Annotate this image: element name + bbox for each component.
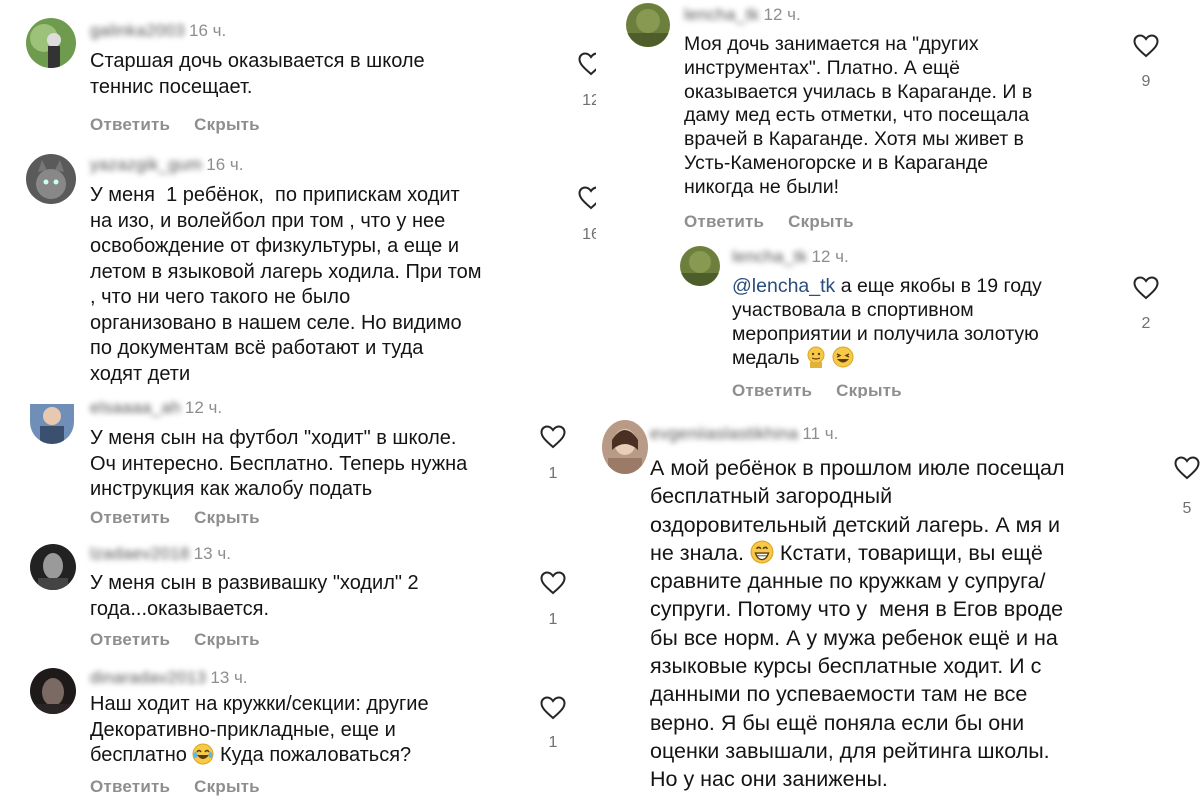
comment-5: dinaradav2013 13 ч. Наш ходит на кружки/с… xyxy=(0,664,596,804)
medal-emoji-icon xyxy=(805,346,827,369)
timestamp: 12 ч. xyxy=(763,5,801,24)
hide-button[interactable]: Скрыть xyxy=(194,777,260,796)
reply-button[interactable]: Ответить xyxy=(90,777,170,796)
hide-button[interactable]: Скрыть xyxy=(788,212,854,231)
timestamp: 11 ч. xyxy=(802,424,839,443)
like-count: 12 xyxy=(582,92,596,109)
comment-main: lencha_tk 12 ч. Моя дочь занимается на "д… xyxy=(604,0,1200,240)
grinning-emoji-icon xyxy=(750,540,774,564)
comment-actions: Ответить Скрыть xyxy=(684,212,878,232)
username[interactable]: evgeniiaslastikhina xyxy=(650,424,798,443)
like-heart-icon[interactable] xyxy=(578,52,596,76)
like-heart-icon[interactable] xyxy=(540,571,566,595)
comment-meta: yazazgik_gum 16 ч. xyxy=(90,155,243,175)
username[interactable]: lzadaev2018 xyxy=(90,544,190,563)
comment-text: У меня сын в развивашку "ходил" 2 года..… xyxy=(90,572,419,620)
username[interactable]: galinka2003 xyxy=(90,21,185,40)
mention-link[interactable]: @lencha_tk xyxy=(732,275,835,297)
comment-meta: elsaaaa_ah 12 ч. xyxy=(90,398,222,418)
tears-of-joy-emoji-icon xyxy=(192,743,214,765)
comment-text: А мой ребёнок в прошлом июле посещал бес… xyxy=(650,454,1170,794)
comment-actions: Ответить Скрыть xyxy=(732,381,926,398)
hide-button[interactable]: Скрыть xyxy=(194,508,260,527)
timestamp: 13 ч. xyxy=(193,544,231,563)
like-count: 1 xyxy=(548,465,558,482)
username[interactable]: yazazgik_gum xyxy=(90,155,202,174)
comment-actions: Ответить Скрыть xyxy=(90,630,284,650)
avatar[interactable] xyxy=(626,3,670,47)
hide-button[interactable]: Скрыть xyxy=(836,381,902,398)
reply-button[interactable]: Ответить xyxy=(90,508,170,527)
reply-button[interactable]: Ответить xyxy=(90,630,170,649)
avatar[interactable] xyxy=(30,404,74,444)
like-count: 2 xyxy=(1141,315,1151,332)
comment-meta: lencha_tk 12 ч. xyxy=(732,247,849,267)
username[interactable]: elsaaaa_ah xyxy=(90,398,181,417)
comment-4: lzadaev2018 13 ч. У меня сын в развивашку… xyxy=(0,540,596,662)
comment-text-part: участвовала в спортивном мероприятии и п… xyxy=(732,298,1039,370)
hide-button[interactable]: Скрыть xyxy=(194,115,260,134)
timestamp: 13 ч. xyxy=(210,668,248,687)
reply-button[interactable]: Ответить xyxy=(732,381,812,398)
avatar[interactable] xyxy=(680,246,720,286)
comment-meta: lzadaev2018 13 ч. xyxy=(90,544,231,564)
like-heart-icon[interactable] xyxy=(578,186,596,210)
comment-meta: dinaradav2013 13 ч. xyxy=(90,668,248,688)
hide-button[interactable]: Скрыть xyxy=(194,630,260,649)
comment-text: Моя дочь занимается на "других инструмен… xyxy=(684,33,1033,198)
comment-text: У меня 1 ребёнок, по припискам ходит на … xyxy=(90,184,482,385)
comment-text: Старшая дочь оказывается в школе теннис … xyxy=(90,50,425,98)
comment-2: yazazgik_gum 16 ч. У меня 1 ребёнок, по п… xyxy=(0,150,596,400)
like-count: 9 xyxy=(1141,73,1151,90)
comment-actions: Ответить Скрыть xyxy=(90,508,284,528)
comment-main: evgeniiaslastikhina 11 ч. А мой ребёнок в… xyxy=(596,412,1200,804)
comment-1: galinka2003 16 ч. Старшая дочь оказываетс… xyxy=(0,0,596,150)
avatar[interactable] xyxy=(602,420,648,474)
like-heart-icon[interactable] xyxy=(1133,34,1159,58)
comment-text-part: Куда пожаловаться? xyxy=(214,744,412,766)
right-bottom-panel: evgeniiaslastikhina 11 ч. А мой ребёнок в… xyxy=(596,412,1200,804)
comment-meta: lencha_tk 12 ч. xyxy=(684,5,801,25)
reply-button[interactable]: Ответить xyxy=(684,212,764,231)
comment-text-part: а еще якобы в 19 году xyxy=(835,275,1042,297)
like-count: 1 xyxy=(548,611,558,628)
comment-actions: Ответить Скрыть xyxy=(90,777,284,797)
comment-reply: lencha_tk 12 ч. @lencha_tk а еще якобы в … xyxy=(604,240,1200,398)
timestamp: 12 ч. xyxy=(811,247,849,266)
left-panel: galinka2003 16 ч. Старшая дочь оказываетс… xyxy=(0,0,596,804)
username[interactable]: dinaradav2013 xyxy=(90,668,206,687)
comment-actions: Ответить Скрыть xyxy=(90,115,284,135)
comment-meta: evgeniiaslastikhina 11 ч. xyxy=(650,424,838,444)
like-heart-icon[interactable] xyxy=(1174,456,1200,480)
timestamp: 12 ч. xyxy=(184,398,223,417)
avatar[interactable] xyxy=(30,544,76,590)
comment-meta: galinka2003 16 ч. xyxy=(90,21,226,41)
comment-3: elsaaaa_ah 12 ч. У меня сын на футбол "хо… xyxy=(0,398,596,534)
comment-text: @lencha_tk а еще якобы в 19 году участво… xyxy=(732,275,1112,371)
like-heart-icon[interactable] xyxy=(1133,276,1159,300)
right-top-panel: lencha_tk 12 ч. Моя дочь занимается на "д… xyxy=(604,0,1200,398)
like-heart-icon[interactable] xyxy=(540,425,566,449)
avatar[interactable] xyxy=(30,668,76,714)
like-heart-icon[interactable] xyxy=(540,696,566,720)
avatar[interactable] xyxy=(26,154,76,204)
timestamp: 16 ч. xyxy=(206,155,244,174)
comment-text: У меня сын на футбол "ходит" в школе. Оч… xyxy=(90,427,468,500)
comment-text-part: Кстати, товарищи, вы ещё сравните данные… xyxy=(650,540,1064,792)
comment-text: Наш ходит на кружки/секции: другие Декор… xyxy=(90,692,530,769)
like-count: 16 xyxy=(582,226,596,243)
avatar[interactable] xyxy=(26,18,76,68)
like-count: 5 xyxy=(1182,500,1192,517)
username[interactable]: lencha_tk xyxy=(684,5,759,24)
like-count: 1 xyxy=(548,734,558,751)
username[interactable]: lencha_tk xyxy=(732,247,807,266)
timestamp: 16 ч. xyxy=(189,21,227,40)
laughing-emoji-icon xyxy=(832,346,854,368)
reply-button[interactable]: Ответить xyxy=(90,115,170,134)
